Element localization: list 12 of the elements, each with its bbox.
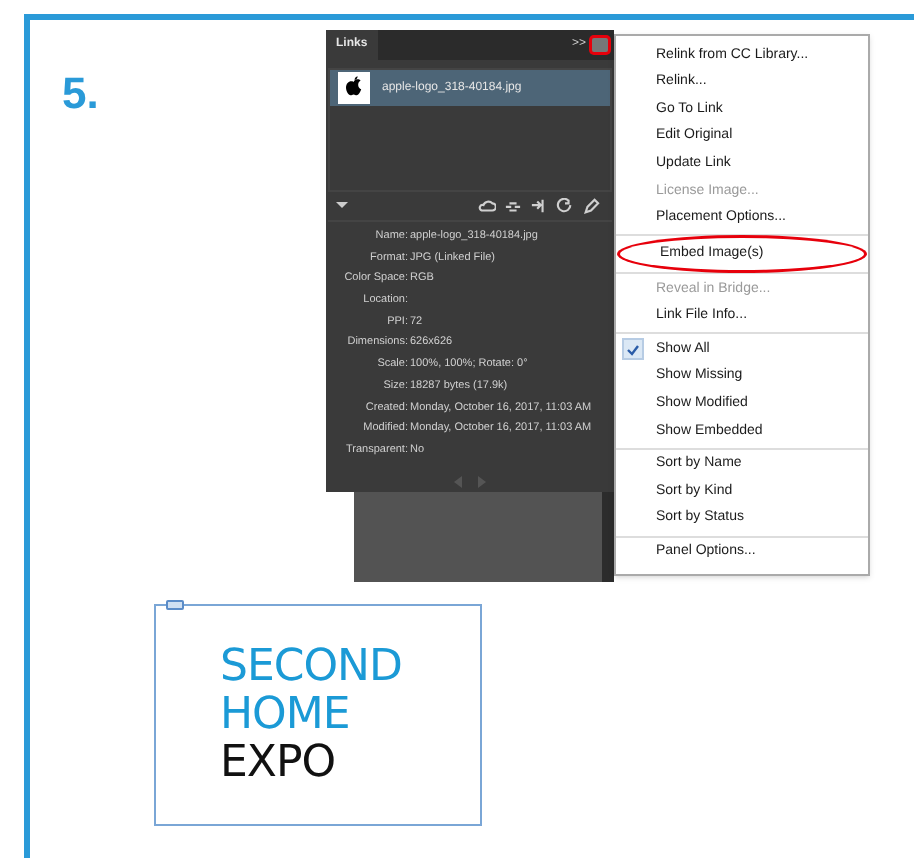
expand-triangle-icon[interactable] <box>336 202 348 210</box>
cloud-icon[interactable] <box>478 198 496 214</box>
logo-text: HOME <box>220 691 352 739</box>
link-badge-icon <box>166 600 184 610</box>
refresh-icon[interactable] <box>556 198 574 214</box>
logo-text: SECOND <box>220 643 404 691</box>
logo-text: EXPO <box>220 739 338 787</box>
step-number: 5. <box>62 72 99 116</box>
apple-thumbnail-icon <box>338 72 370 104</box>
pencil-icon[interactable] <box>582 198 600 214</box>
checkmark-icon <box>622 338 644 361</box>
go-to-link-icon[interactable] <box>530 198 548 214</box>
